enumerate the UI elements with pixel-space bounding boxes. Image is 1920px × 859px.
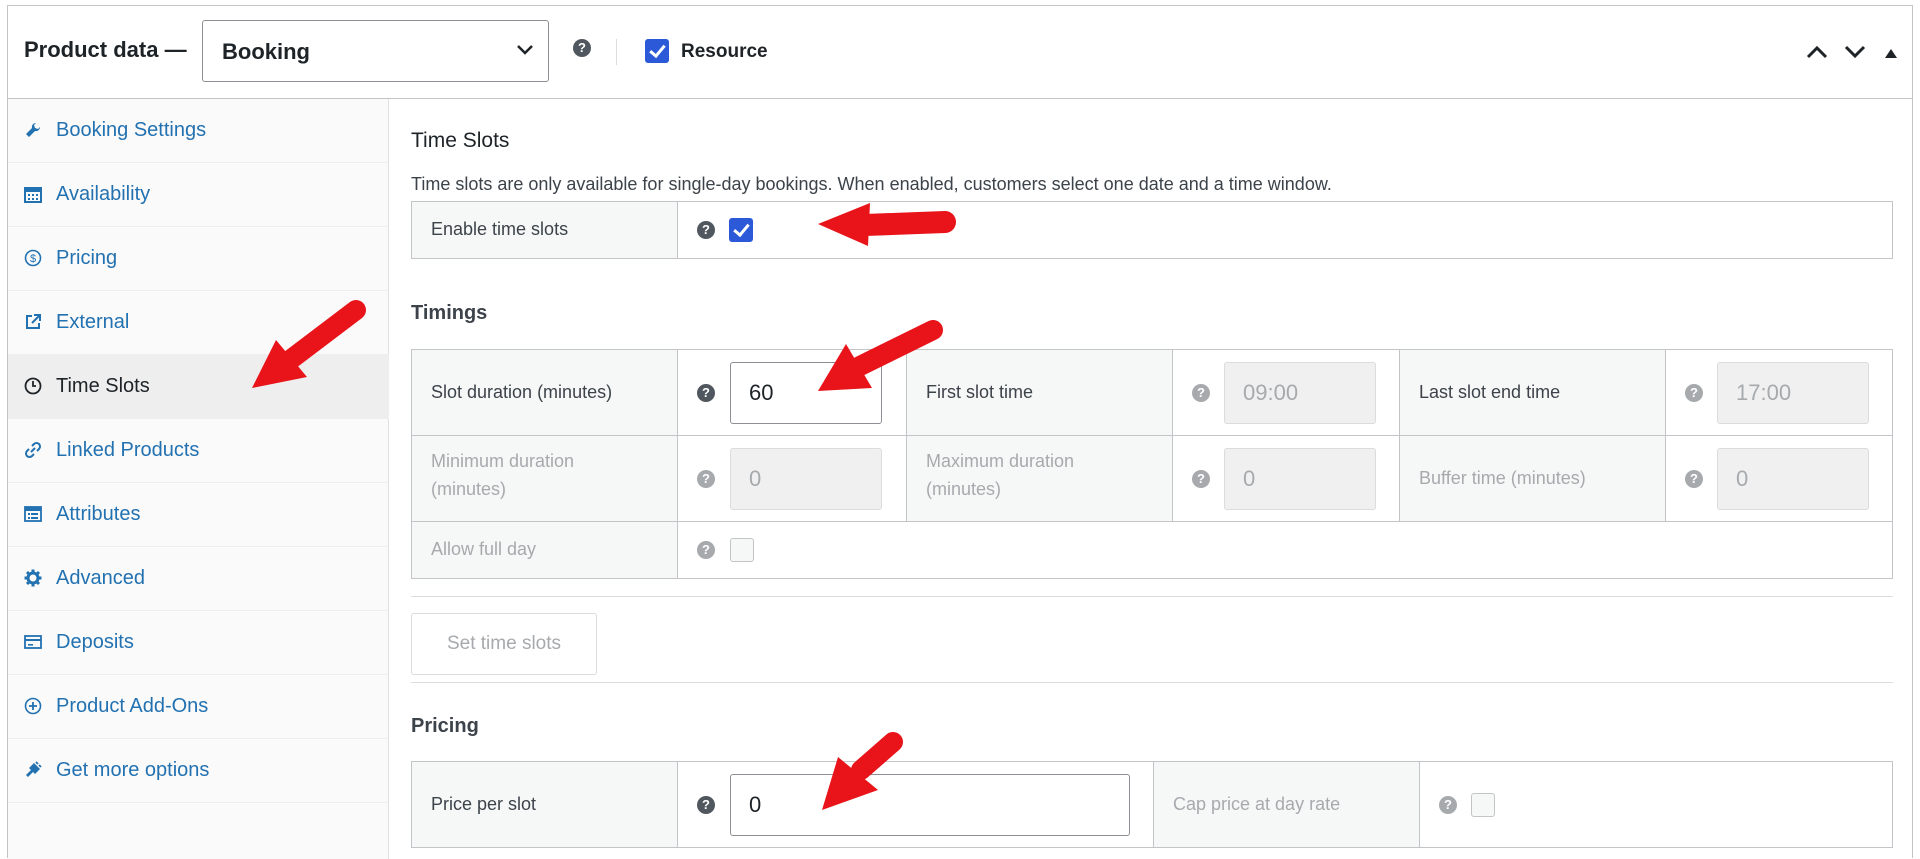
annotation-arrows — [252, 203, 956, 810]
annotation-arrow-icon — [252, 300, 366, 388]
annotation-arrow-icon — [818, 203, 956, 246]
annotation-arrow-icon — [822, 732, 903, 810]
annotation-arrow-icon — [818, 320, 943, 391]
